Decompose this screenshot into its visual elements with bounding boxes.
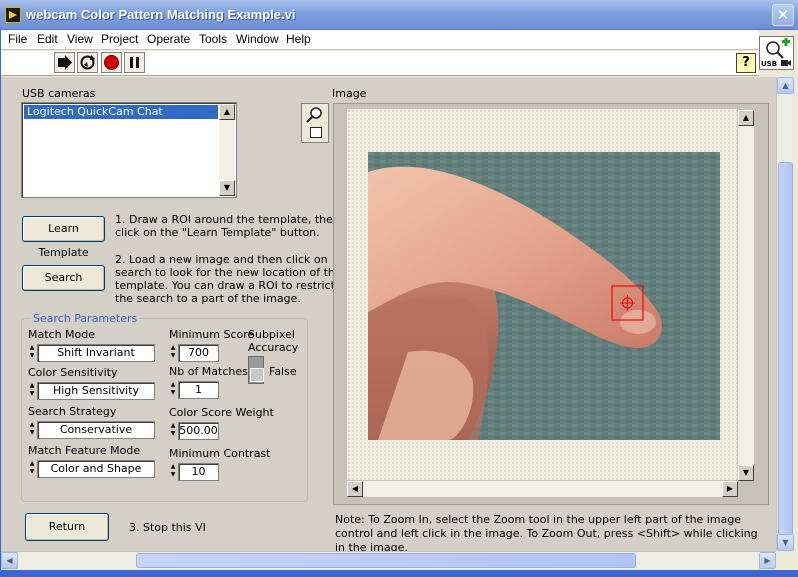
- menu-operate[interactable]: Operate: [147, 32, 190, 46]
- list-item[interactable]: Logitech QuickCam Chat: [24, 105, 218, 119]
- minimum-contrast-input[interactable]: 10: [178, 463, 219, 481]
- color-score-weight-stepper-icon[interactable]: ▲ ▼: [169, 422, 177, 440]
- window-scroll-down-icon[interactable]: ▼: [777, 534, 794, 551]
- labview-app-icon: [5, 7, 21, 23]
- window-horizontal-scrollbar[interactable]: ◀ ▶: [1, 551, 776, 569]
- menu-bar: File Edit View Project Operate Tools Win…: [1, 30, 759, 50]
- window-bottom-border: [0, 570, 798, 577]
- color-sensitivity-stepper-icon[interactable]: ▲ ▼: [28, 382, 36, 400]
- image-scroll-down-icon[interactable]: ▼: [738, 465, 754, 481]
- vi-icon: USB: [759, 36, 794, 70]
- image-scroll-right-icon[interactable]: ▶: [722, 481, 738, 497]
- window-title: webcam Color Pattern Matching Example.vi: [26, 7, 296, 22]
- step2-line2: search to look for the new location of t…: [115, 266, 342, 279]
- zoom-note: Note: To Zoom In, select the Zoom tool i…: [335, 513, 758, 554]
- window-scroll-right-icon[interactable]: ▶: [759, 552, 776, 569]
- scroll-up-icon[interactable]: ▲: [219, 104, 235, 120]
- selection-tool-icon[interactable]: [310, 127, 322, 138]
- pause-button[interactable]: [124, 52, 145, 73]
- minimum-score-input[interactable]: 700: [178, 344, 219, 362]
- image-scroll-left-icon[interactable]: ◀: [347, 481, 363, 497]
- step2-line4: the search to a part of the image.: [115, 292, 301, 305]
- usb-cameras-label: USB cameras: [22, 87, 96, 100]
- usb-cameras-listbox[interactable]: Logitech QuickCam Chat ▲ ▼: [21, 102, 237, 198]
- run-continuously-button[interactable]: [77, 52, 98, 73]
- stop-icon: [104, 55, 119, 70]
- nb-of-matches-stepper-icon[interactable]: ▲ ▼: [169, 381, 177, 399]
- search-parameters-title: Search Parameters: [31, 312, 140, 325]
- match-feature-mode-ring[interactable]: Color and Shape: [37, 460, 155, 478]
- window-vscroll-thumb[interactable]: [778, 162, 793, 542]
- subpixel-label: Subpixel: [248, 328, 295, 341]
- image-tools-palette: [301, 103, 329, 143]
- run-arrow-icon: [58, 55, 72, 70]
- step2-line1: 2. Load a new image and then click on: [115, 253, 328, 266]
- color-sensitivity-ring[interactable]: High Sensitivity: [37, 382, 155, 400]
- return-button[interactable]: Return: [25, 513, 109, 541]
- minimum-contrast-label: Minimum Contrast: [169, 447, 271, 460]
- step1-line1: 1. Draw a ROI around the template, then: [115, 213, 340, 226]
- zoom-tool-icon[interactable]: [302, 105, 328, 125]
- image-label: Image: [332, 87, 367, 100]
- menu-project[interactable]: Project: [101, 32, 138, 46]
- match-mode-label: Match Mode: [28, 328, 96, 341]
- match-feature-mode-stepper-icon[interactable]: ▲ ▼: [28, 460, 36, 478]
- pause-icon: [130, 57, 139, 68]
- minimum-score-stepper-icon[interactable]: ▲ ▼: [169, 344, 177, 362]
- usb-badge: USB: [761, 60, 778, 68]
- step3-text: 3. Stop this VI: [129, 521, 206, 534]
- search-strategy-label: Search Strategy: [28, 405, 117, 418]
- abort-button[interactable]: [101, 52, 122, 73]
- listbox-scrollbar[interactable]: ▲ ▼: [219, 104, 235, 196]
- menu-view[interactable]: View: [67, 32, 93, 46]
- match-feature-mode-label: Match Feature Mode: [28, 444, 141, 457]
- color-score-weight-label: Color Score Weight: [169, 406, 274, 419]
- scroll-down-icon[interactable]: ▼: [219, 180, 235, 196]
- window-vertical-scrollbar[interactable]: ▲ ▼: [776, 77, 794, 551]
- color-score-weight-input[interactable]: 500.00: [178, 422, 219, 440]
- window-scroll-left-icon[interactable]: ◀: [1, 552, 18, 569]
- step2-text: 2. Load a new image and then click on se…: [115, 253, 342, 305]
- color-sensitivity-label: Color Sensitivity: [28, 366, 118, 379]
- finger-photo: [368, 152, 720, 440]
- match-mode-stepper-icon[interactable]: ▲ ▼: [28, 344, 36, 362]
- image-hscroll[interactable]: ◀ ▶: [347, 481, 738, 497]
- camera-icon: [781, 60, 791, 66]
- menu-file[interactable]: File: [8, 32, 27, 46]
- search-button[interactable]: Search: [22, 265, 105, 291]
- close-button[interactable]: ✕: [772, 4, 794, 26]
- window-hscroll-thumb[interactable]: [136, 553, 636, 568]
- subpixel-accuracy-value: False: [269, 365, 297, 378]
- accuracy-label: Accuracy: [248, 341, 299, 354]
- menu-edit[interactable]: Edit: [37, 32, 58, 46]
- minimum-contrast-stepper-icon[interactable]: ▲ ▼: [169, 463, 177, 481]
- menu-tools[interactable]: Tools: [199, 32, 227, 46]
- match-mode-ring[interactable]: Shift Invariant: [37, 344, 155, 362]
- nb-of-matches-label: Nb of Matches: [169, 365, 248, 378]
- search-strategy-stepper-icon[interactable]: ▲ ▼: [28, 421, 36, 439]
- minimum-score-label: Minimum Score: [169, 328, 255, 341]
- step1-line2: click on the "Learn Template" button.: [115, 226, 320, 239]
- magnifier-plus-icon: [766, 38, 790, 59]
- step1-text: 1. Draw a ROI around the template, then …: [115, 213, 340, 239]
- toolbar: ?: [1, 51, 759, 76]
- nb-of-matches-input[interactable]: 1: [178, 381, 219, 399]
- step2-line3: template. You can draw a ROI to restrict: [115, 279, 335, 292]
- menu-window[interactable]: Window: [236, 32, 279, 46]
- image-scroll-up-icon[interactable]: ▲: [738, 110, 754, 126]
- image-vscroll[interactable]: ▲ ▼: [738, 110, 754, 481]
- search-strategy-ring[interactable]: Conservative: [37, 421, 155, 439]
- run-continuously-icon: [80, 55, 95, 70]
- context-help-button[interactable]: ?: [736, 53, 756, 73]
- subpixel-accuracy-toggle[interactable]: [248, 356, 264, 384]
- close-icon: ✕: [776, 6, 790, 24]
- run-button[interactable]: [54, 52, 75, 73]
- window-scroll-up-icon[interactable]: ▲: [777, 77, 794, 94]
- learn-template-button[interactable]: Learn Template: [22, 216, 105, 259]
- webcam-image[interactable]: [368, 152, 720, 440]
- menu-help[interactable]: Help: [286, 32, 311, 46]
